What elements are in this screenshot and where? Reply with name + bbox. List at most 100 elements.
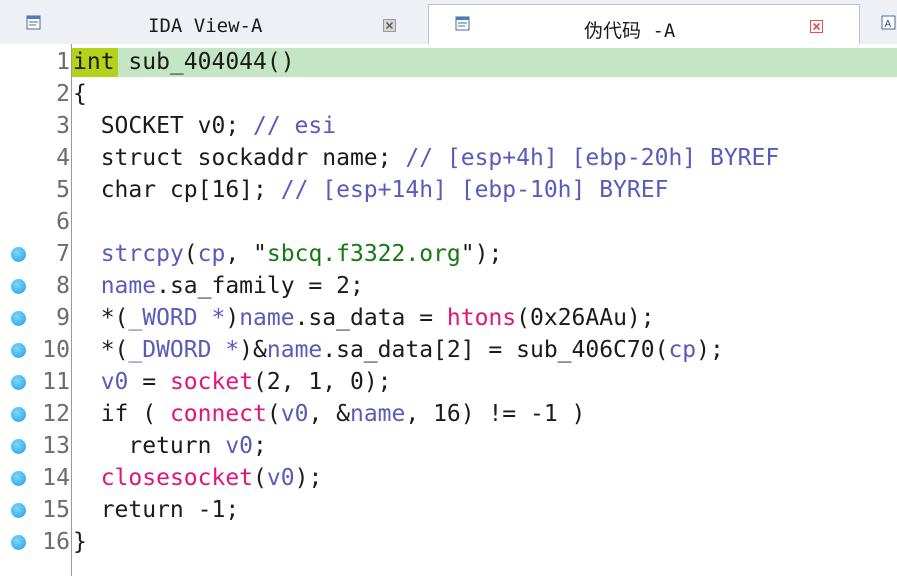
tab-pseudocode[interactable]: 伪代码 -A <box>428 4 860 45</box>
line-number: 14 <box>42 465 70 491</box>
code-text[interactable]: closesocket(v0); <box>73 462 323 494</box>
code-token: = <box>128 369 170 395</box>
code-token: , 16) != -1 ) <box>405 401 586 427</box>
code-token: _DWORD * <box>128 337 240 363</box>
code-token: )& <box>239 337 267 363</box>
code-text[interactable]: return v0; <box>73 430 267 462</box>
code-line[interactable]: 4 struct sockaddr name; // [esp+4h] [ebp… <box>0 142 897 174</box>
line-number: 1 <box>56 49 70 75</box>
code-text[interactable]: int sub_404044() <box>73 46 295 78</box>
code-line[interactable]: 2{ <box>0 78 897 110</box>
close-icon[interactable] <box>810 18 823 33</box>
code-token: SOCKET v0; <box>73 113 254 139</box>
code-token: .sa_data = <box>294 305 447 331</box>
code-line[interactable]: 11 v0 = socket(2, 1, 0); <box>0 366 897 398</box>
code-token: v0 <box>280 401 309 427</box>
code-text[interactable]: v0 = socket(2, 1, 0); <box>73 366 392 398</box>
code-token: *( <box>73 337 129 363</box>
line-number: 10 <box>42 337 70 363</box>
code-token: ; <box>253 433 267 459</box>
code-token: htons <box>446 305 517 331</box>
line-number: 15 <box>42 497 70 523</box>
code-token: cp <box>668 337 697 363</box>
code-token: closesocket <box>100 465 254 491</box>
code-line[interactable]: 8 name.sa_family = 2; <box>0 270 897 302</box>
code-token: // [esp+14h] [ebp-10h] BYREF <box>280 177 669 203</box>
pseudocode-icon <box>455 16 470 31</box>
code-line[interactable]: 1 int sub_404044() <box>0 46 897 78</box>
code-text[interactable]: struct sockaddr name; // [esp+4h] [ebp-2… <box>73 142 780 174</box>
code-token: , & <box>308 401 350 427</box>
text-icon: A <box>881 15 896 30</box>
code-token: name <box>100 273 157 299</box>
line-number: 11 <box>42 369 70 395</box>
code-token: ( <box>253 465 267 491</box>
code-line[interactable]: 12 if ( connect(v0, &name, 16) != -1 ) <box>0 398 897 430</box>
tab-label: A <box>885 19 892 30</box>
code-token: connect <box>169 401 267 427</box>
line-number: 3 <box>56 113 70 139</box>
code-text[interactable]: } <box>73 526 87 558</box>
code-token: ); <box>294 465 323 491</box>
code-token: { <box>73 81 87 107</box>
line-number: 13 <box>42 433 70 459</box>
line-number: 12 <box>42 401 70 427</box>
code-token: sbcq.f3322.org <box>266 241 461 267</box>
code-token: () <box>266 49 295 75</box>
code-token: (0x26AAu); <box>516 305 655 331</box>
code-token: cp <box>197 241 226 267</box>
line-number: 5 <box>56 177 70 203</box>
code-text[interactable]: *(_WORD *)name.sa_data = htons(0x26AAu); <box>73 302 655 334</box>
code-line[interactable]: 14 closesocket(v0); <box>0 462 897 494</box>
code-token: v0 <box>225 433 254 459</box>
code-token: socket <box>169 369 254 395</box>
code-token: ( <box>183 241 198 267</box>
code-text[interactable]: char cp[16]; // [esp+14h] [ebp-10h] BYRE… <box>73 174 669 206</box>
code-text[interactable]: strcpy(cp, "sbcq.f3322.org"); <box>73 238 503 270</box>
code-token: return <box>73 433 226 459</box>
code-text[interactable]: { <box>73 78 87 110</box>
code-line[interactable]: 7 strcpy(cp, "sbcq.f3322.org"); <box>0 238 897 270</box>
code-token: ( <box>266 401 281 427</box>
code-token: ) <box>225 305 240 331</box>
code-token: struct sockaddr name; <box>73 145 406 171</box>
code-token: v0 <box>266 465 295 491</box>
code-token: return -1; <box>73 497 240 523</box>
line-number: 8 <box>56 273 70 299</box>
code-token: v0 <box>100 369 129 395</box>
code-line[interactable]: 3 SOCKET v0; // esi <box>0 110 897 142</box>
code-line[interactable]: 15 return -1; <box>0 494 897 526</box>
tab-bar: IDA View-A 伪代码 -A A <box>0 0 897 45</box>
code-text[interactable]: *(_DWORD *)&name.sa_data[2] = sub_406C70… <box>73 334 724 366</box>
line-number: 7 <box>56 241 70 267</box>
code-text[interactable]: return -1; <box>73 494 239 526</box>
code-text[interactable]: SOCKET v0; // esi <box>73 110 336 142</box>
tab-label: IDA View-A <box>148 15 263 37</box>
code-token: char cp[16]; <box>73 177 281 203</box>
code-token: (2, 1, 0); <box>253 369 392 395</box>
code-line[interactable]: 10 *(_DWORD *)&name.sa_data[2] = sub_406… <box>0 334 897 366</box>
code-token: _WORD * <box>128 305 226 331</box>
tab-text[interactable]: A <box>860 4 897 44</box>
code-text[interactable]: name.sa_family = 2; <box>73 270 364 302</box>
code-token: name <box>266 337 323 363</box>
line-number: 2 <box>56 81 70 107</box>
line-number: 6 <box>56 209 70 235</box>
code-line[interactable]: 13 return v0; <box>0 430 897 462</box>
tab-ida-view[interactable]: IDA View-A <box>0 4 428 44</box>
tab-label: 伪代码 -A <box>584 20 676 42</box>
close-icon[interactable] <box>383 17 396 32</box>
code-line[interactable]: 6 <box>0 206 897 238</box>
code-text[interactable]: if ( connect(v0, &name, 16) != -1 ) <box>73 398 586 430</box>
code-token: name <box>239 305 295 331</box>
code-line[interactable]: 9 *(_WORD *)name.sa_data = htons(0x26AAu… <box>0 302 897 334</box>
code-token: int <box>73 49 115 75</box>
code-line[interactable]: 5 char cp[16]; // [esp+14h] [ebp-10h] BY… <box>0 174 897 206</box>
code-token: name <box>349 401 406 427</box>
code-token: // [esp+4h] [ebp-20h] BYREF <box>405 145 780 171</box>
line-number: 16 <box>42 529 70 555</box>
code-line[interactable]: 16} <box>0 526 897 558</box>
